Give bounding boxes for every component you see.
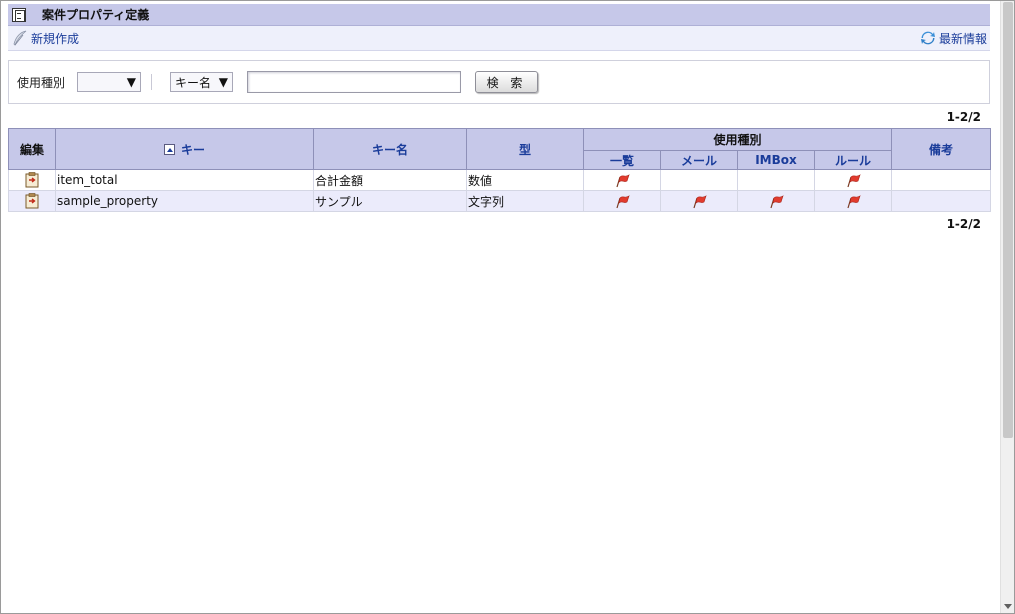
edit-icon[interactable] [25,172,39,188]
flag-icon [847,194,861,208]
cell-key: item_total [55,169,314,191]
new-create-label: 新規作成 [31,31,80,46]
col-type[interactable]: 型 [466,128,584,170]
col-edit: 編集 [8,128,56,170]
cell-usage-mail [660,169,738,191]
table-row: item_total 合計金額 数値 [8,169,992,191]
refresh-label: 最新情報 [938,31,987,46]
refresh-icon [920,31,935,45]
search-input[interactable] [247,71,462,93]
refresh-link[interactable]: 最新情報 [920,30,987,47]
action-bar: 新規作成 最新情報 [8,26,990,51]
feather-icon [13,30,27,46]
search-field-select[interactable]: キー名 ▼ [170,72,234,92]
title-bar: 案件プロパティ定義 [8,4,990,26]
col-remarks[interactable]: 備考 [891,128,992,170]
cell-usage-list [583,169,661,191]
search-button[interactable]: 検 索 [475,71,539,93]
dropdown-arrow-icon: ▼ [218,75,229,89]
edit-cell [8,169,56,191]
cell-type: 文字列 [466,190,584,212]
cell-key-name: サンプル [313,190,467,212]
search-panel: 使用種別 ▼ キー名 ▼ 検 索 [8,60,990,104]
scrollbar-thumb[interactable] [1003,2,1013,438]
table-row: sample_property サンプル 文字列 [8,190,992,212]
pager-top: 1-2/2 [946,110,981,124]
col-usage-list[interactable]: 一覧 [583,150,661,170]
cell-usage-imbox [737,190,815,212]
col-key[interactable]: キー [55,128,314,170]
edit-icon[interactable] [25,193,39,209]
divider [151,74,153,90]
cell-key: sample_property [55,190,314,212]
cell-remarks [891,169,992,191]
new-create-link[interactable]: 新規作成 [12,30,79,47]
pager-bottom: 1-2/2 [946,217,981,231]
property-table: 編集 キー キー名 型 使用種別 備考 一覧 メール IMBox ルール ite… [8,128,992,212]
cell-key-name: 合計金額 [313,169,467,191]
cell-usage-mail [660,190,738,212]
dropdown-arrow-icon: ▼ [126,75,137,89]
flag-icon [847,173,861,187]
page-title: 案件プロパティ定義 [42,8,150,22]
cell-usage-rule [813,190,893,212]
usage-type-label: 使用種別 [17,75,66,90]
sort-ascending-icon[interactable] [163,143,175,155]
flag-icon [693,194,707,208]
vertical-scrollbar[interactable] [1000,1,1014,613]
scroll-down-arrow-icon[interactable] [1004,604,1012,609]
col-usage-group: 使用種別 [582,128,893,151]
flag-icon [770,194,784,208]
flag-icon [616,194,630,208]
main-content: 案件プロパティ定義 新規作成 最新情報 使用種別 ▼ キー名 ▼ 検 索 1-2… [8,4,992,234]
cell-usage-list [583,190,661,212]
col-key-name[interactable]: キー名 [313,128,467,170]
flag-icon [616,173,630,187]
cell-remarks [891,190,992,212]
document-list-icon [12,7,26,22]
search-field-value: キー名 [175,75,212,90]
cell-usage-rule [813,169,893,191]
col-usage-rule[interactable]: ルール [813,150,893,170]
col-usage-imbox[interactable]: IMBox [737,150,815,170]
table-body: item_total 合計金額 数値 sample_property サンプル 文字列 [8,169,992,212]
col-usage-mail[interactable]: メール [660,150,738,170]
edit-cell [8,190,56,212]
cell-usage-imbox [737,169,815,191]
cell-type: 数値 [466,169,584,191]
col-key-label: キー [180,142,205,157]
usage-type-select[interactable]: ▼ [77,72,142,92]
